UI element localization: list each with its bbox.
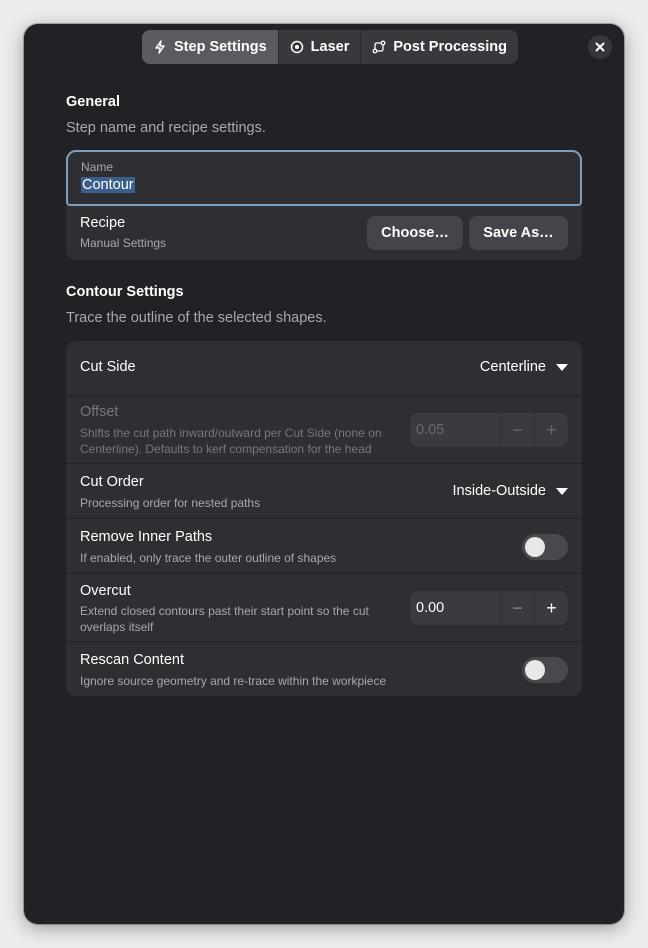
cut-order-description: Processing order for nested paths: [80, 496, 261, 510]
tab-bar: Step Settings Laser Post Processing: [142, 30, 518, 64]
tab-label: Laser: [310, 39, 350, 55]
remove-inner-paths-title: Remove Inner Paths: [80, 529, 213, 545]
overcut-description-line: overlaps itself: [80, 620, 154, 634]
tab-laser[interactable]: Laser: [279, 30, 362, 64]
cut-order-title: Cut Order: [80, 474, 144, 490]
choose-button[interactable]: Choose…: [367, 216, 463, 250]
target-icon: [290, 40, 303, 54]
cut-side-dropdown[interactable]: Centerline: [480, 359, 568, 375]
close-icon: [595, 42, 605, 52]
general-section-title: General: [66, 94, 120, 110]
rescan-content-description: Ignore source geometry and re-trace with…: [80, 674, 387, 688]
remove-inner-paths-description: If enabled, only trace the outer outline…: [80, 551, 337, 565]
close-button[interactable]: [588, 35, 612, 59]
name-field[interactable]: Name Contour: [66, 150, 582, 206]
recipe-value: Manual Settings: [80, 236, 167, 250]
name-field-label: Name: [81, 160, 114, 174]
rescan-content-title: Rescan Content: [80, 652, 184, 668]
tab-post-processing[interactable]: Post Processing: [361, 30, 518, 64]
offset-spinbutton: 0.05 − +: [410, 413, 568, 447]
rescan-content-toggle[interactable]: [522, 657, 568, 683]
offset-title: Offset: [80, 404, 119, 420]
tab-label: Post Processing: [393, 39, 507, 55]
tab-label: Step Settings: [174, 39, 267, 55]
toggle-knob: [525, 537, 545, 557]
general-section-subtitle: Step name and recipe settings.: [66, 120, 266, 136]
remove-inner-paths-row: Remove Inner Paths If enabled, only trac…: [66, 518, 582, 573]
workflow-icon: [372, 40, 386, 54]
overcut-spinbutton[interactable]: 0.00 − +: [410, 591, 568, 625]
cut-side-title: Cut Side: [80, 359, 136, 375]
save-as-button[interactable]: Save As…: [469, 216, 568, 250]
lightning-icon: [155, 40, 165, 54]
overcut-title: Overcut: [80, 583, 131, 599]
offset-decrement-button: −: [500, 413, 534, 447]
step-settings-dialog: Step Settings Laser Post Processing Gene…: [24, 24, 624, 924]
rescan-content-row: Rescan Content Ignore source geometry an…: [66, 641, 582, 696]
overcut-value[interactable]: 0.00: [410, 600, 500, 616]
contour-section-title: Contour Settings: [66, 284, 184, 300]
recipe-title: Recipe: [80, 215, 126, 231]
offset-description: Shifts the cut path inward/outward per C…: [80, 425, 382, 457]
overcut-decrement-button[interactable]: −: [500, 591, 534, 625]
offset-description-line: Centerline). Defaults to kerf compensati…: [80, 442, 372, 456]
offset-increment-button: +: [534, 413, 568, 447]
offset-value: 0.05: [416, 422, 445, 438]
offset-description-line: Shifts the cut path inward/outward per C…: [80, 426, 382, 440]
cut-order-dropdown[interactable]: Inside-Outside: [452, 483, 568, 499]
remove-inner-paths-toggle[interactable]: [522, 534, 568, 560]
chevron-down-icon: [556, 363, 568, 371]
overcut-description-line: Extend closed contours past their start …: [80, 604, 369, 618]
offset-row: Offset Shifts the cut path inward/outwar…: [66, 395, 582, 463]
contour-section-subtitle: Trace the outline of the selected shapes…: [66, 310, 327, 326]
cut-side-row: Cut Side Centerline: [66, 341, 582, 395]
general-card: Name Contour Recipe Manual Settings Choo…: [66, 150, 582, 260]
cut-side-value: Centerline: [479, 359, 546, 375]
recipe-row: Recipe Manual Settings Choose… Save As…: [66, 206, 582, 260]
tab-step-settings[interactable]: Step Settings: [142, 30, 279, 64]
contour-card: Cut Side Centerline Offset Shifts the cu…: [66, 341, 582, 696]
name-field-value[interactable]: Contour: [81, 177, 135, 193]
overcut-increment-button[interactable]: +: [534, 591, 568, 625]
overcut-description: Extend closed contours past their start …: [80, 603, 369, 635]
overcut-row: Overcut Extend closed contours past thei…: [66, 573, 582, 641]
cut-order-row: Cut Order Processing order for nested pa…: [66, 463, 582, 518]
cut-order-value: Inside-Outside: [452, 483, 547, 499]
toggle-knob: [525, 660, 545, 680]
chevron-down-icon: [556, 487, 568, 495]
